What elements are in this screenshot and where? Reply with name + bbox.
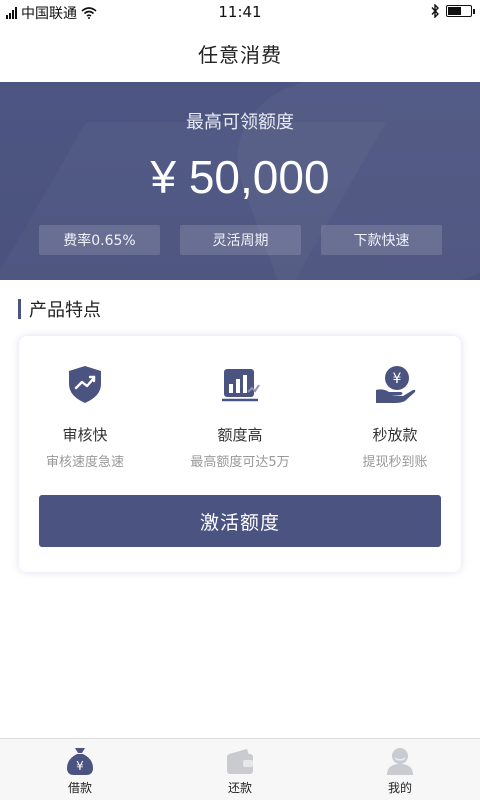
tag-rate: 费率0.65% [39, 225, 160, 255]
wallet-icon [227, 749, 253, 774]
tag-period: 灵活周期 [180, 225, 301, 255]
section-accent-bar [18, 299, 21, 319]
status-bar: 中国联通 11:41 [0, 0, 480, 24]
feature-fast-review: 审核快 审核速度急速 [20, 362, 150, 470]
tab-mine[interactable]: 我的 [320, 739, 480, 800]
yen-hand-icon: ¥ [376, 366, 416, 403]
battery-icon [446, 5, 475, 17]
tab-borrow[interactable]: ¥ 借款 [0, 739, 160, 800]
page-title: 任意消费 [198, 42, 282, 67]
svg-text:¥: ¥ [393, 371, 402, 387]
feature-subtitle: 审核速度急速 [45, 455, 124, 470]
tag-speed: 下款快速 [321, 225, 442, 255]
tab-label: 还款 [227, 781, 252, 795]
nav-bar: 任意消费 [0, 24, 480, 82]
feature-subtitle: 提现秒到账 [362, 455, 428, 470]
tab-repay[interactable]: 还款 [160, 739, 320, 800]
activate-limit-button[interactable]: 激活额度 [39, 495, 441, 547]
hero-tags: 费率0.65% 灵活周期 下款快速 [39, 225, 442, 255]
hero-banner: 最高可领额度 ¥ 50,000 费率0.65% 灵活周期 下款快速 [0, 82, 480, 280]
svg-text:¥: ¥ [76, 759, 84, 773]
status-right [430, 4, 475, 18]
feature-high-limit: 额度高 最高额度可达5万 [175, 362, 305, 470]
feature-title: 审核快 [62, 426, 108, 444]
features-card: 审核快 审核速度急速 额度高 最高额度可达5万 ¥ 秒放款 提现秒到账 激活额度 [19, 336, 461, 572]
feature-title: 额度高 [217, 426, 263, 444]
bar-chart-icon [222, 369, 260, 402]
status-time: 11:41 [218, 3, 262, 21]
feature-instant-payout: ¥ 秒放款 提现秒到账 [330, 362, 460, 470]
section-title: 产品特点 [29, 300, 101, 321]
section-header: 产品特点 [18, 296, 101, 322]
money-bag-icon: ¥ [67, 748, 93, 775]
tab-label: 借款 [67, 781, 92, 795]
shield-check-icon [69, 366, 101, 403]
battery-fill [448, 7, 461, 15]
feature-subtitle: 最高额度可达5万 [190, 455, 290, 470]
tab-bar: ¥ 借款 还款 我的 [0, 738, 480, 800]
bluetooth-icon [431, 4, 439, 18]
limit-amount: ¥ 50,000 [150, 151, 330, 203]
feature-title: 秒放款 [372, 426, 418, 444]
user-icon [387, 748, 413, 775]
tab-label: 我的 [387, 781, 412, 795]
limit-label: 最高可领额度 [186, 112, 294, 133]
